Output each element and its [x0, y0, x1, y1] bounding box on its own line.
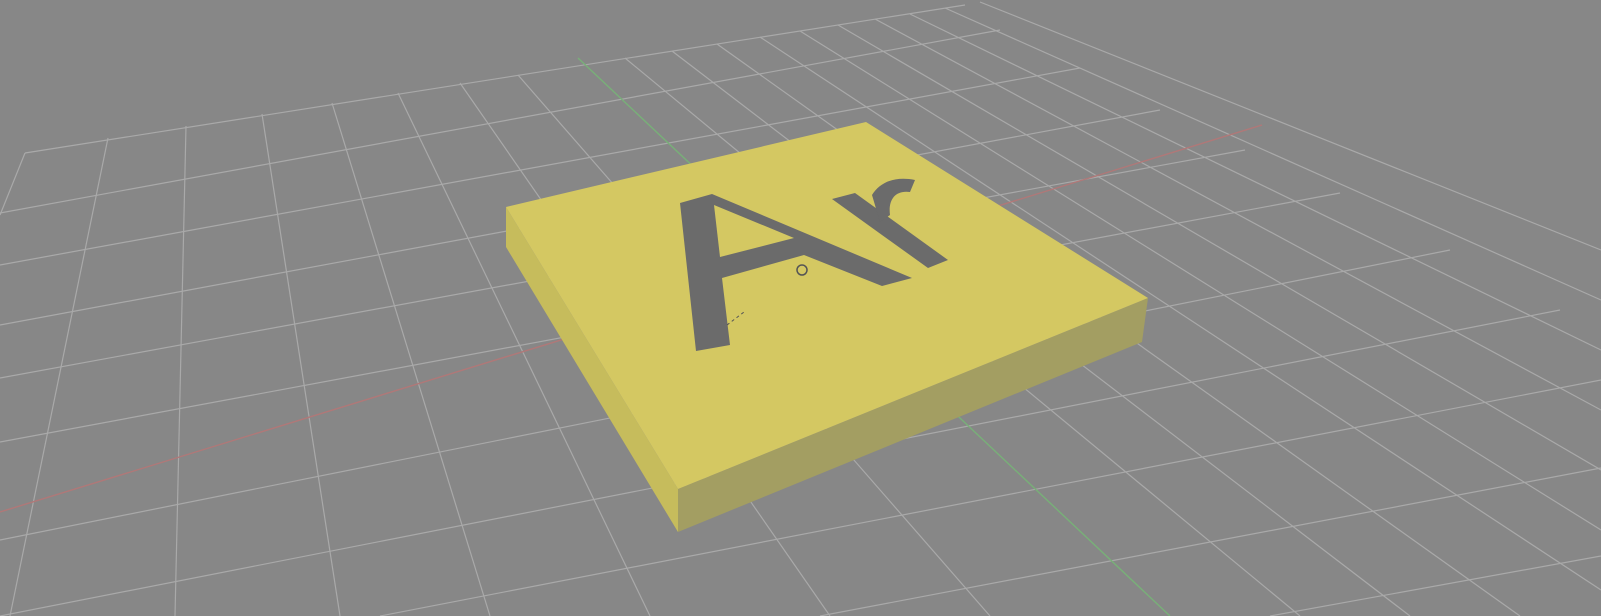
text-plate-model[interactable] — [506, 122, 1148, 532]
scene-canvas[interactable] — [0, 0, 1601, 616]
3d-viewport[interactable] — [0, 0, 1601, 616]
